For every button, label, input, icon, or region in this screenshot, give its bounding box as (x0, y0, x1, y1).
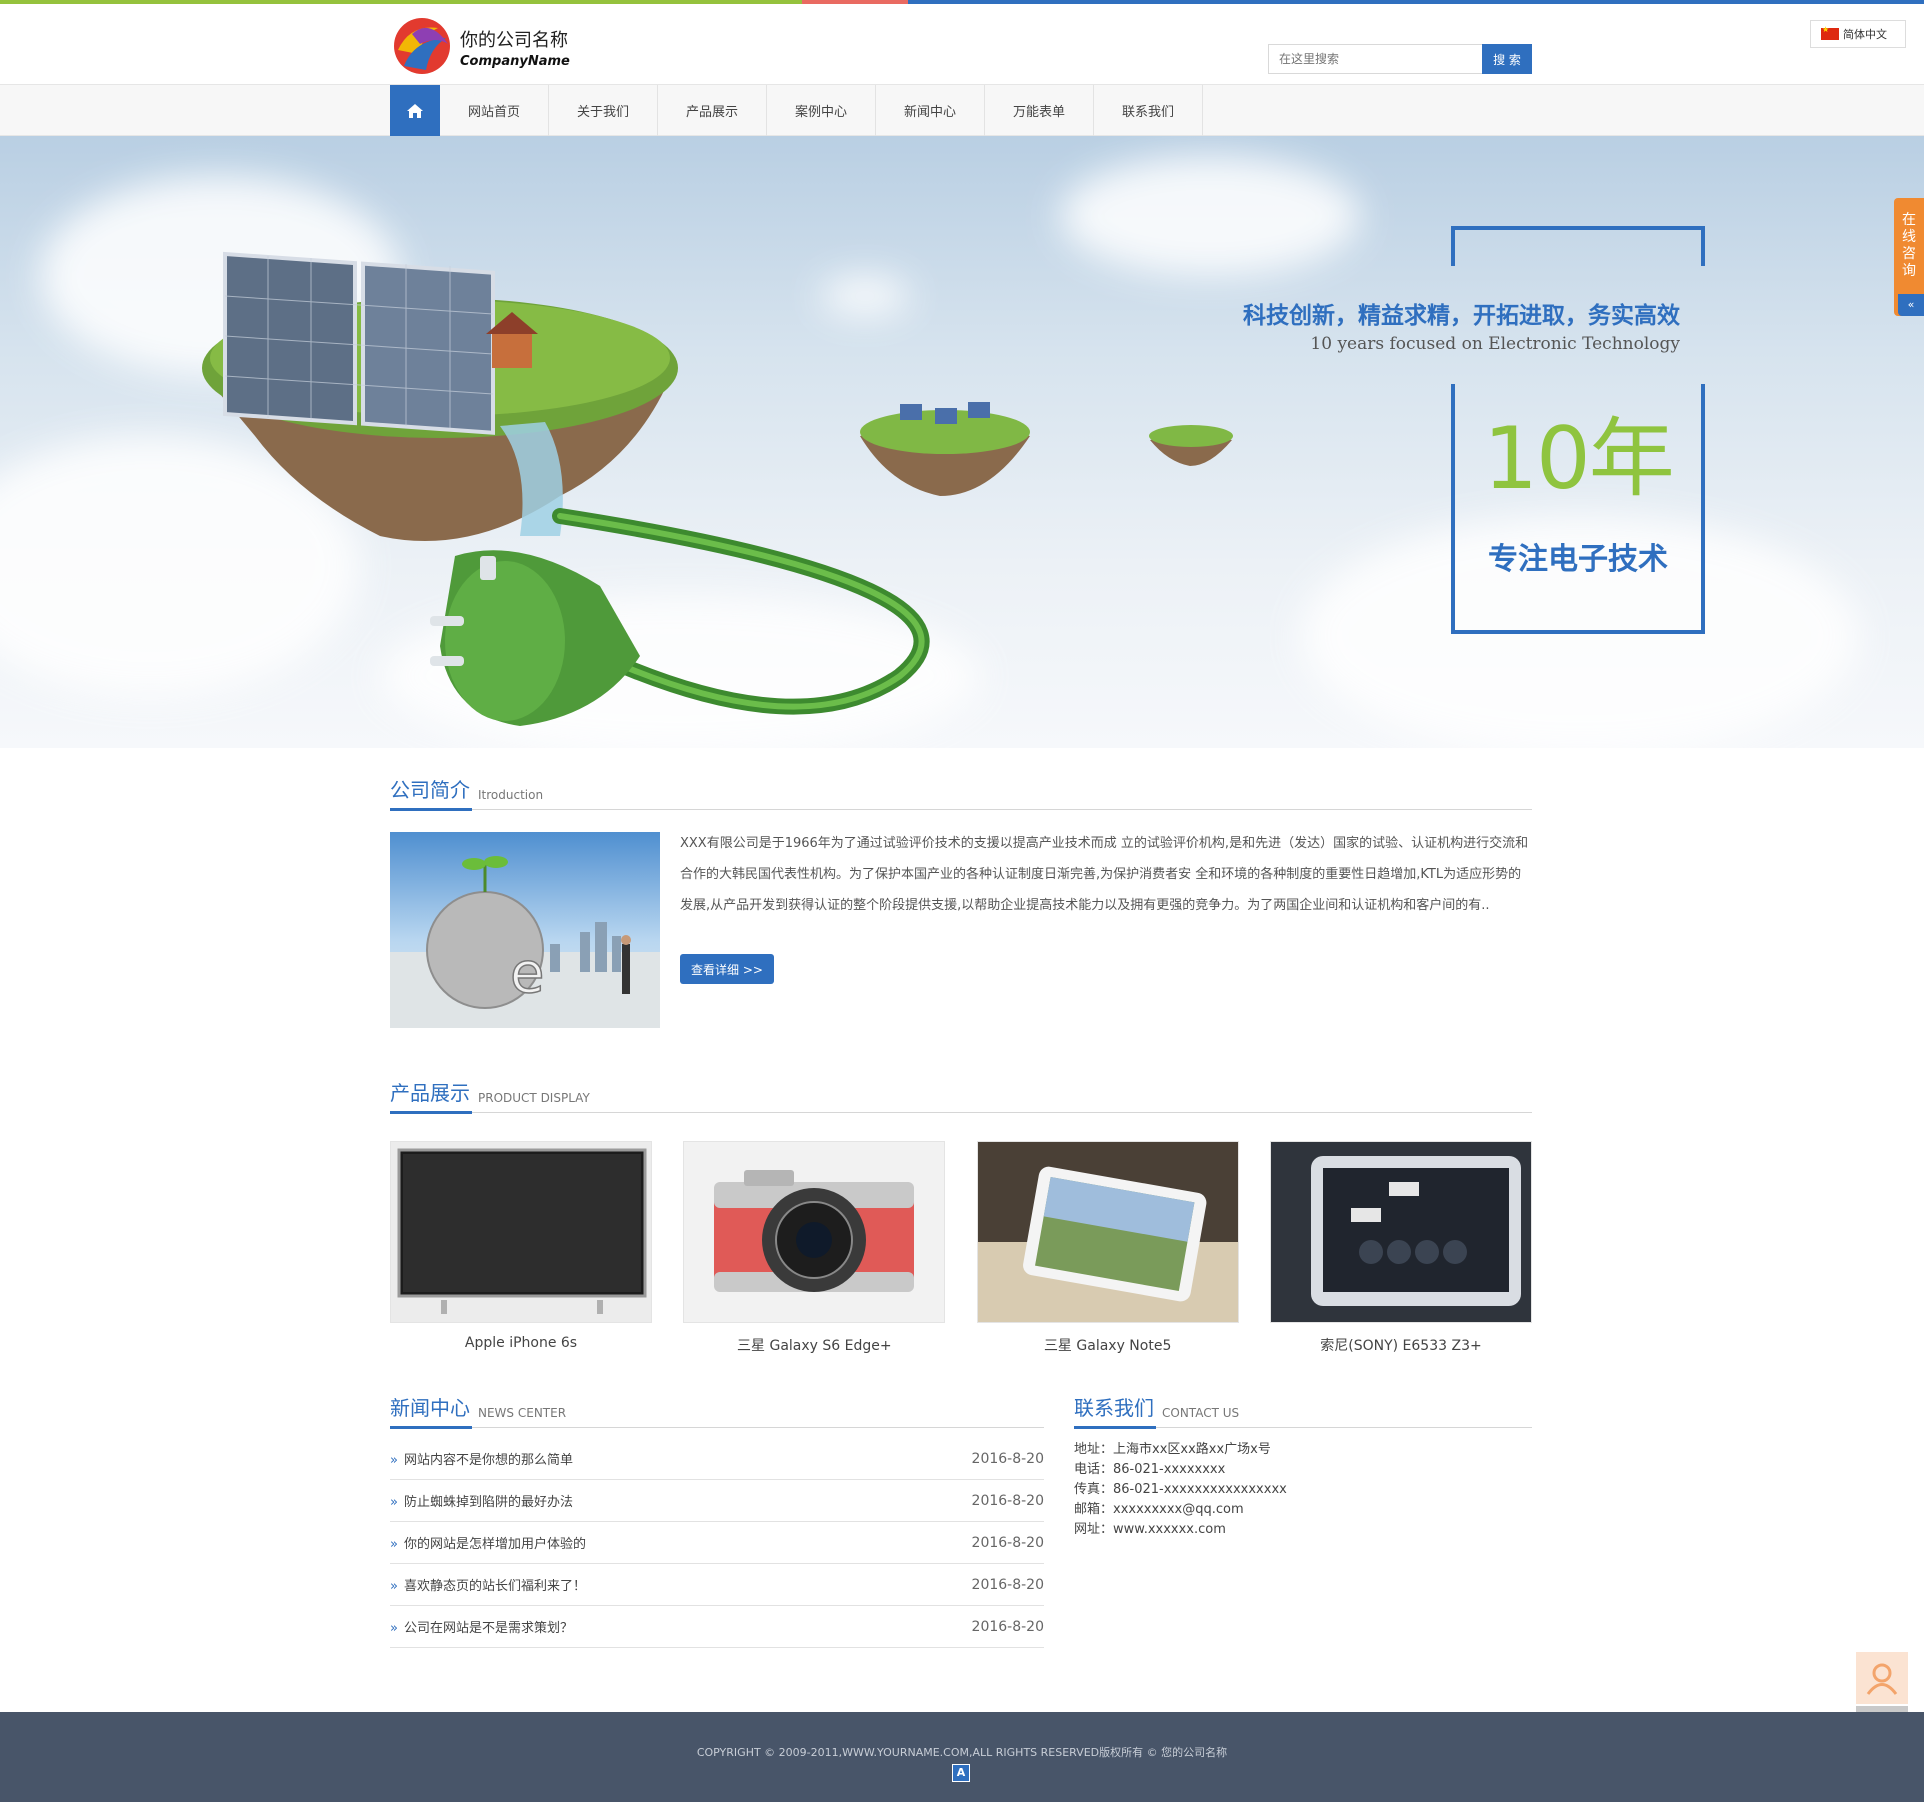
intro-title-en: Itroduction (478, 788, 544, 802)
contact-title: 联系我们 (1074, 1396, 1154, 1420)
news-list: » 网站内容不是你想的那么简单 2016-8-20 » 防止蜘蛛掉到陷阱的最好办法 … (390, 1438, 1044, 1648)
site-footer: COPYRIGHT © 2009-2011,WWW.YOURNAME.COM,A… (0, 1712, 1924, 1802)
main-nav: 网站首页 关于我们 产品展示 案例中心 新闻中心 万能表单 联系我们 (0, 84, 1924, 136)
news-section-header: 新闻中心 NEWS CENTER (390, 1394, 1044, 1429)
nav-home-button[interactable] (390, 85, 440, 136)
product-card[interactable]: 三星 Galaxy S6 Edge+ (683, 1141, 946, 1355)
company-name-en: CompanyName (460, 54, 570, 69)
bullet-icon: » (390, 1495, 398, 1510)
svg-text:e: e (510, 941, 544, 1006)
china-flag-icon (1821, 25, 1839, 40)
news-title-en: NEWS CENTER (478, 1406, 567, 1420)
products-title: 产品展示 (390, 1081, 470, 1105)
news-item-title[interactable]: 防止蜘蛛掉到陷阱的最好办法 (404, 1495, 573, 1510)
intro-image: e (390, 832, 660, 1028)
news-item-date: 2016-8-20 (971, 1450, 1044, 1467)
bullet-icon: » (390, 1453, 398, 1468)
news-item-date: 2016-8-20 (971, 1576, 1044, 1593)
footer-badge-icon[interactable]: A (952, 1764, 970, 1782)
products-title-en: PRODUCT DISPLAY (478, 1091, 590, 1105)
float-user-button[interactable] (1856, 1652, 1908, 1704)
banner-slogan: 科技创新，精益求精，开拓进取，务实高效 (1243, 303, 1680, 329)
contact-address: 地址：上海市xx区xx路xx广场x号 (1074, 1442, 1271, 1457)
search-button[interactable]: 搜 索 (1482, 44, 1532, 74)
contact-section-header: 联系我们 CONTACT US (1074, 1394, 1532, 1429)
bullet-icon: » (390, 1537, 398, 1552)
intro-text: XXX有限公司是于1966年为了通过试验评价技术的支援以提高产业技术而成 立的试… (680, 836, 1529, 913)
product-card[interactable]: 三星 Galaxy Note5 (976, 1141, 1239, 1355)
contact-website: 网址：www.xxxxxx.com (1074, 1522, 1226, 1537)
contact-info: 地址：上海市xx区xx路xx广场x号 电话：86-021-xxxxxxxx 传真… (1074, 1440, 1532, 1540)
nav-item-about[interactable]: 关于我们 (549, 85, 658, 136)
logo[interactable]: 你的公司名称 CompanyName (390, 14, 590, 78)
nav-item-cases[interactable]: 案例中心 (767, 85, 876, 136)
search-input[interactable] (1268, 44, 1482, 74)
news-item[interactable]: » 喜欢静态页的站长们福利来了！ 2016-8-20 (390, 1564, 1044, 1606)
news-item-title[interactable]: 公司在网站是不是需求策划？ (404, 1621, 573, 1636)
consult-collapse-button[interactable]: « (1898, 294, 1924, 316)
intro-section-header: 公司简介 Itroduction (390, 776, 1532, 811)
nav-item-products[interactable]: 产品展示 (658, 85, 767, 136)
company-name-cn: 你的公司名称 (460, 30, 568, 51)
hero-banner: 科技创新，精益求精，开拓进取，务实高效 10 years focused on … (0, 136, 1924, 748)
news-item-title[interactable]: 网站内容不是你想的那么简单 (404, 1453, 573, 1468)
news-item-title[interactable]: 你的网站是怎样增加用户体验的 (404, 1537, 586, 1552)
news-item-date: 2016-8-20 (971, 1492, 1044, 1509)
camera-image (683, 1141, 946, 1323)
search-bar: 搜 索 (1268, 44, 1532, 74)
site-header: 你的公司名称 CompanyName 搜 索 简体中文 (0, 4, 1924, 84)
logo-mark-icon (394, 18, 450, 74)
nav-item-news[interactable]: 新闻中心 (876, 85, 985, 136)
banner-years: 10年 (1483, 409, 1674, 509)
home-icon (407, 103, 423, 118)
bullet-icon: » (390, 1579, 398, 1594)
news-item[interactable]: » 你的网站是怎样增加用户体验的 2016-8-20 (390, 1522, 1044, 1564)
news-item-date: 2016-8-20 (971, 1618, 1044, 1635)
nav-item-contact[interactable]: 联系我们 (1094, 85, 1203, 136)
news-item-date: 2016-8-20 (971, 1534, 1044, 1551)
nav-item-forms[interactable]: 万能表单 (985, 85, 1094, 136)
news-item[interactable]: » 网站内容不是你想的那么简单 2016-8-20 (390, 1438, 1044, 1480)
product-card[interactable]: 索尼(SONY) E6533 Z3+ (1269, 1141, 1532, 1355)
language-label: 简体中文 (1843, 28, 1887, 41)
product-name[interactable]: 三星 Galaxy S6 Edge+ (683, 1335, 945, 1355)
product-name[interactable]: 索尼(SONY) E6533 Z3+ (1270, 1335, 1532, 1355)
product-list: Apple iPhone 6s 三星 Galaxy S6 Edge+ 三星 Ga… (390, 1141, 1532, 1355)
contact-phone: 电话：86-021-xxxxxxxx (1074, 1462, 1226, 1477)
nav-item-home[interactable]: 网站首页 (440, 85, 549, 136)
banner-focus: 专注电子技术 (1488, 542, 1668, 577)
banner-frame-top (1451, 226, 1705, 266)
products-section-header: 产品展示 PRODUCT DISPLAY (390, 1079, 1532, 1114)
bullet-icon: » (390, 1621, 398, 1636)
language-switcher[interactable]: 简体中文 (1810, 20, 1906, 48)
news-item[interactable]: » 公司在网站是不是需求策划？ 2016-8-20 (390, 1606, 1044, 1648)
news-item[interactable]: » 防止蜘蛛掉到陷阱的最好办法 2016-8-20 (390, 1480, 1044, 1522)
contact-email: 邮箱：xxxxxxxxx@qq.com (1074, 1502, 1244, 1517)
contact-fax: 传真：86-021-xxxxxxxxxxxxxxxx (1074, 1482, 1287, 1497)
intro-more-button[interactable]: 查看详细 >> (680, 954, 774, 984)
banner-subtitle: 10 years focused on Electronic Technolog… (1310, 334, 1680, 354)
intro-title: 公司简介 (390, 778, 470, 802)
news-title: 新闻中心 (390, 1396, 470, 1420)
product-card[interactable]: Apple iPhone 6s (390, 1141, 652, 1355)
news-item-title[interactable]: 喜欢静态页的站长们福利来了！ (404, 1579, 586, 1594)
footer-copyright: COPYRIGHT © 2009-2011,WWW.YOURNAME.COM,A… (696, 1746, 1228, 1759)
tablet-ui-image (1269, 1141, 1532, 1323)
tv-image (390, 1141, 652, 1323)
user-icon (1866, 1663, 1898, 1695)
contact-title-en: CONTACT US (1162, 1406, 1240, 1420)
product-name[interactable]: 三星 Galaxy Note5 (977, 1335, 1239, 1355)
product-name[interactable]: Apple iPhone 6s (390, 1335, 652, 1351)
tablet-image (976, 1141, 1239, 1323)
